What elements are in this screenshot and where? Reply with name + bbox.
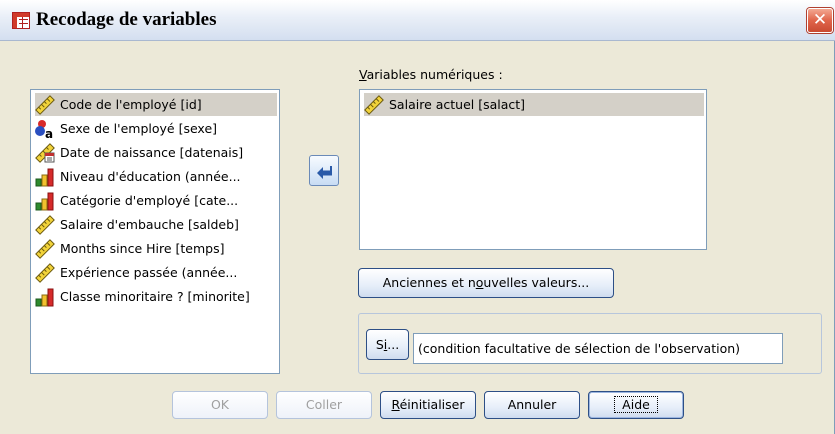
reset-button[interactable]: Réinitialiser: [380, 391, 476, 419]
move-variable-button[interactable]: [309, 155, 339, 186]
ordinal-bars-icon: [35, 287, 55, 307]
source-variable-item-label: Niveau d'éducation (année...: [60, 169, 241, 184]
condition-field[interactable]: (condition facultative de sélection de l…: [413, 333, 783, 364]
help-button[interactable]: Aide: [588, 391, 684, 419]
source-variable-list-item[interactable]: Niveau d'éducation (année...: [35, 165, 241, 188]
window-title: Recodage de variables: [36, 9, 217, 30]
ok-button[interactable]: OK: [172, 391, 268, 419]
source-variable-item-label: Classe minoritaire ? [minorite]: [60, 289, 250, 304]
old-new-values-button[interactable]: Anciennes et nouvelles valeurs...: [358, 268, 614, 298]
source-variable-list-item[interactable]: Catégorie d'employé [cate...: [35, 189, 238, 212]
arrow-left-icon: [317, 166, 332, 179]
spreadsheet-icon: [12, 12, 30, 29]
cancel-button[interactable]: Annuler: [484, 391, 580, 419]
source-variable-list-item[interactable]: Expérience passée (année...: [35, 261, 237, 284]
if-button[interactable]: Si...: [366, 329, 409, 360]
paste-button[interactable]: Coller: [276, 391, 372, 419]
close-icon: ✕: [812, 10, 828, 30]
close-button[interactable]: ✕: [807, 8, 833, 33]
target-variable-list-item[interactable]: Salaire actuel [salact]: [364, 93, 704, 116]
source-variable-item-label: Salaire d'embauche [saldeb]: [60, 217, 239, 232]
source-variable-item-label: Date de naissance [datenais]: [60, 145, 244, 160]
source-variable-item-label: Expérience passée (année...: [60, 265, 238, 280]
ruler-icon: [35, 238, 55, 259]
ruler-icon: [35, 94, 55, 115]
source-variable-item-label: Code de l'employé [id]: [60, 97, 202, 112]
source-variable-item-label: Months since Hire [temps]: [60, 241, 225, 256]
ordinal-bars-icon: [35, 167, 55, 187]
source-variable-list-item[interactable]: Date de naissance [datenais]: [35, 141, 243, 164]
source-variable-item-label: Catégorie d'employé [cate...: [60, 193, 239, 208]
source-variable-list-item[interactable]: Code de l'employé [id]: [35, 93, 277, 116]
source-variable-list-item[interactable]: Months since Hire [temps]: [35, 237, 224, 260]
ordinal-bars-icon: [35, 191, 55, 211]
ruler-icon: [35, 262, 55, 283]
ruler-icon: [35, 214, 55, 235]
date-ruler-icon: [35, 142, 55, 163]
ruler-icon: [364, 94, 384, 115]
numeric-variables-list[interactable]: Salaire actuel [salact]: [359, 89, 707, 250]
source-variable-list-item[interactable]: Salaire d'embauche [saldeb]: [35, 213, 239, 236]
target-variable-item-label: Salaire actuel [salact]: [389, 97, 526, 112]
source-variable-list-item[interactable]: Classe minoritaire ? [minorite]: [35, 285, 250, 308]
source-variable-item-label: Sexe de l'employé [sexe]: [60, 121, 218, 136]
source-variable-list-item[interactable]: a Sexe de l'employé [sexe]: [35, 117, 218, 141]
nominal-string-icon: a: [35, 119, 55, 141]
target-list-label: Variables numériques :: [359, 67, 503, 82]
source-variable-list[interactable]: Code de l'employé [id] a Sexe de l'employé…: [30, 89, 280, 374]
svg-text:a: a: [45, 127, 53, 139]
title-bar[interactable]: Recodage de variables ✕: [0, 0, 835, 41]
